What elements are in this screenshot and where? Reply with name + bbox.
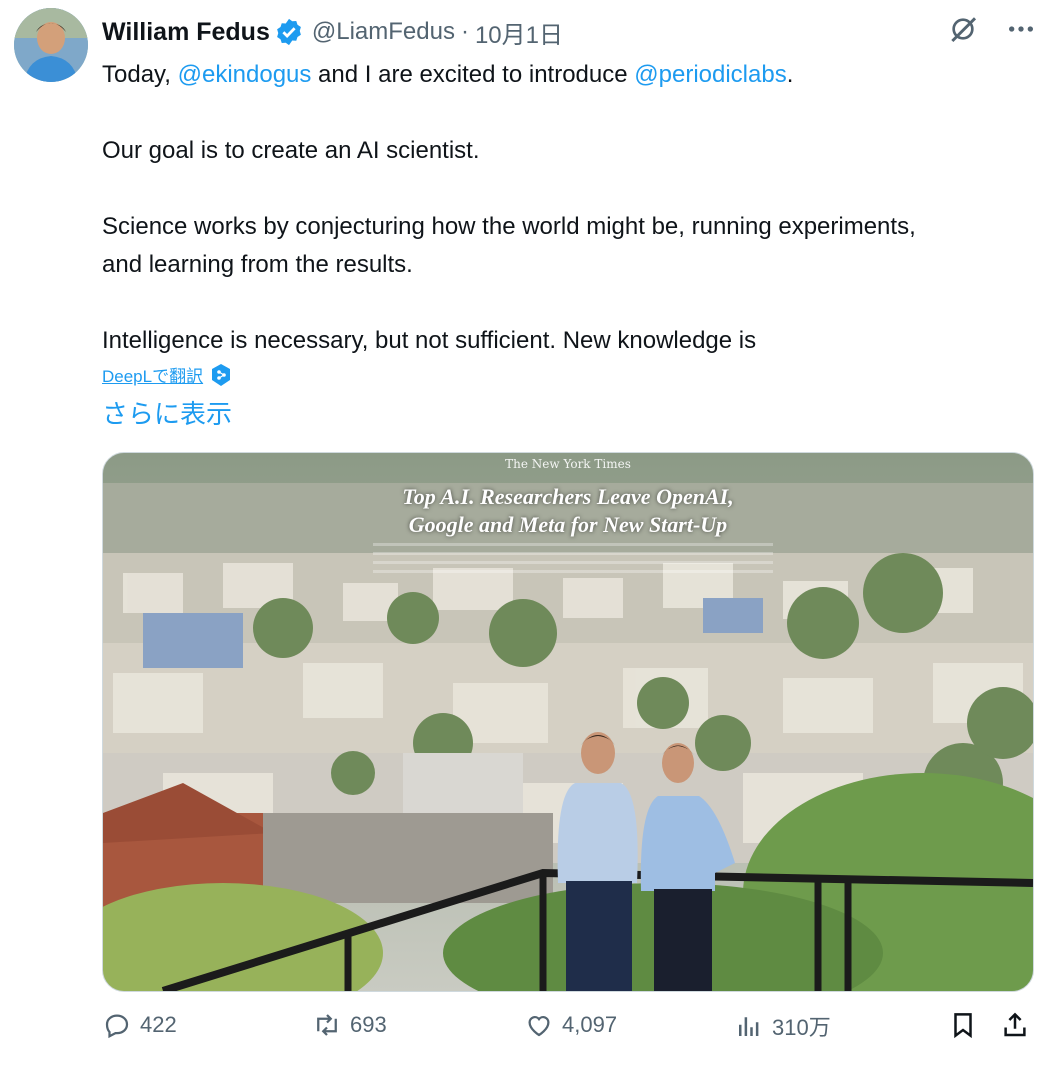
article-headline: Top A.I. Researchers Leave OpenAI, Googl… [103,483,1033,539]
avatar[interactable] [14,8,88,82]
tweet-top-actions [946,12,1038,46]
like-icon [528,1016,550,1037]
tweet-paragraph-3-line-1: Science works by conjecturing how the wo… [102,213,916,240]
mention-ekindogus[interactable]: @ekindogus [178,61,312,88]
headline-line-1: Top A.I. Researchers Leave OpenAI, [402,484,734,509]
bookmark-icon [954,1013,972,1039]
reply-button[interactable]: 422 [102,1010,177,1040]
tweet-date[interactable]: 10月1日 [475,15,563,50]
translate-link[interactable]: DeepLで翻訳 [102,362,203,387]
like-count: 4,097 [562,1012,618,1037]
repost-button[interactable]: 693 [312,1010,387,1040]
author-name[interactable]: William Fedus [102,18,270,47]
tweet-text: Today, @ekindogus and I are excited to i… [102,56,1032,360]
views-button[interactable]: 310万 [734,1010,831,1042]
text-span: and I are excited to introduce [311,61,635,88]
tweet-paragraph-3-line-2: and learning from the results. [102,251,413,278]
share-button[interactable] [1000,1010,1030,1040]
grok-icon[interactable] [946,12,980,46]
bookmark-button[interactable] [948,1010,978,1040]
show-more-link[interactable]: さらに表示 [102,394,232,431]
header-separator: · [460,18,469,45]
views-icon [739,1017,759,1036]
like-button[interactable]: 4,097 [524,1010,617,1040]
deepl-icon [209,363,233,387]
repost-icon [317,1014,337,1036]
tweet-media-image[interactable]: The New York Times Top A.I. Researchers … [102,452,1034,992]
author-handle[interactable]: @LiamFedus [312,18,455,46]
verified-badge-icon[interactable] [274,17,304,47]
repost-count: 693 [350,1012,387,1037]
tweet-action-bar: 422 693 4,097 310万 [102,1010,1032,1056]
mention-periodiclabs[interactable]: @periodiclabs [634,61,786,88]
reply-icon [105,1014,129,1039]
text-span: Today, [102,61,178,88]
translate-row: DeepLで翻訳 [102,362,233,387]
views-count: 310万 [772,1015,831,1040]
tweet-paragraph-2: Our goal is to create an AI scientist. [102,137,480,164]
illegible-subheadline [373,543,773,579]
reply-count: 422 [140,1012,177,1037]
share-icon [1004,1012,1026,1037]
tweet-paragraph-4: Intelligence is necessary, but not suffi… [102,327,757,354]
publisher-logo: The New York Times [505,457,631,471]
tweet-header: William Fedus @LiamFedus · 10月1日 [102,14,563,50]
headline-line-2: Google and Meta for New Start-Up [408,512,728,537]
more-icon[interactable] [1004,12,1038,46]
text-span: . [786,61,794,88]
tweet-paragraph-1: Today, @ekindogus and I are excited to i… [102,56,1032,94]
